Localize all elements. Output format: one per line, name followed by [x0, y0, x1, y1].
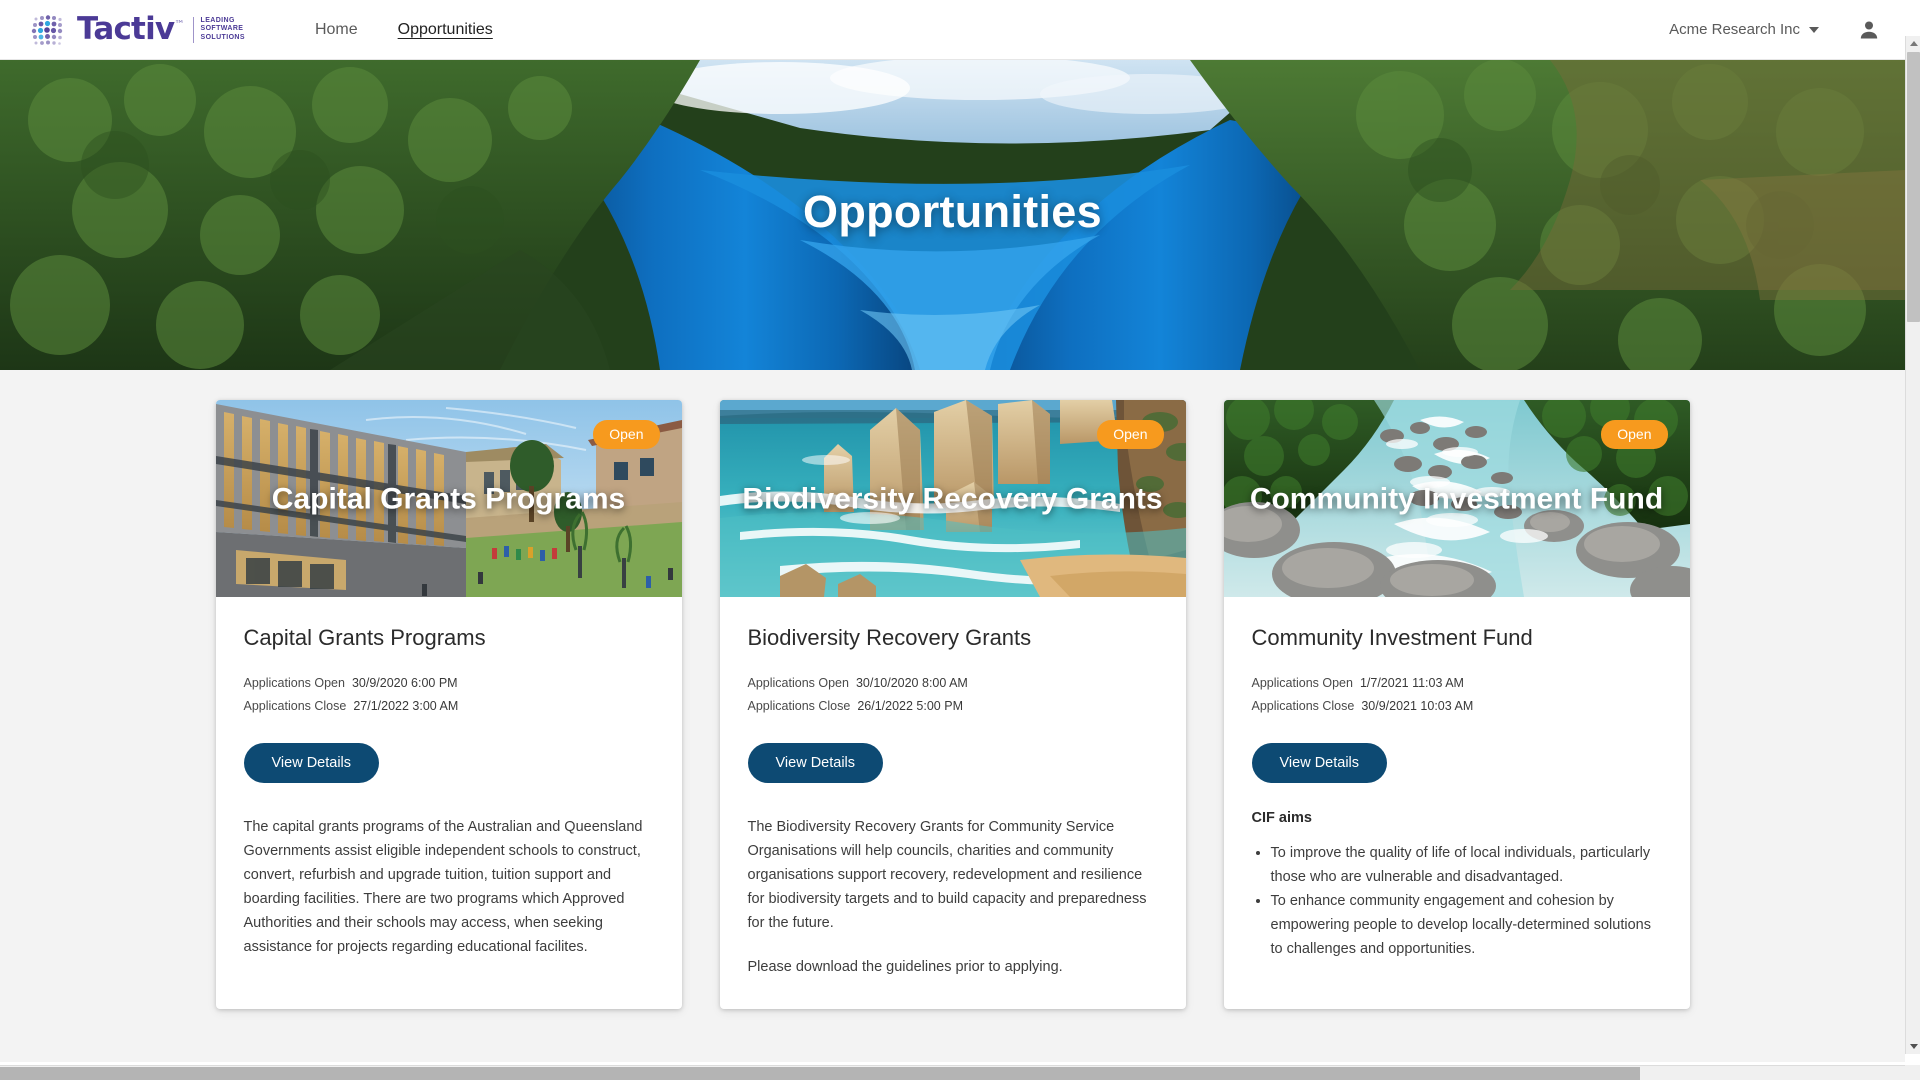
logo-divider — [192, 16, 194, 43]
card-media: Open Capital Grants Programs — [215, 400, 682, 597]
applications-close-label: Applications Close — [243, 699, 347, 714]
tactiv-logo[interactable]: Tactiv™ LEADING SOFTWARE SOLUTIONS — [30, 10, 245, 50]
nav-link-opportunities[interactable]: Opportunities — [398, 21, 493, 39]
applications-open-value: 30/10/2020 8:00 AM — [855, 676, 968, 691]
organisation-selector[interactable]: Acme Research Inc — [1669, 21, 1819, 38]
vertical-scrollbar-thumb[interactable] — [1907, 52, 1920, 322]
applications-open-label: Applications Open — [1251, 676, 1353, 691]
aims-heading: CIF aims — [1251, 810, 1312, 827]
card-body: Capital Grants Programs Applications Ope… — [216, 597, 682, 989]
view-details-button[interactable]: View Details — [1251, 743, 1388, 784]
applications-close-label: Applications Close — [1251, 699, 1355, 714]
card-title: Capital Grants Programs — [243, 625, 486, 650]
card-description-paragraph: The Biodiversity Recovery Grants for Com… — [747, 819, 1147, 932]
applications-open-row: Applications Open 30/9/2020 6:00 PM — [244, 676, 654, 690]
hero-banner: Opportunities — [0, 60, 1905, 370]
browser-viewport: Tactiv™ LEADING SOFTWARE SOLUTIONS Home … — [0, 0, 1920, 1080]
card-body: Community Investment Fund Applications O… — [1224, 597, 1690, 991]
card-banner-title: Biodiversity Recovery Grants — [742, 482, 1163, 515]
chevron-down-icon — [1809, 26, 1819, 33]
logo-dot-matrix-icon — [31, 14, 63, 45]
scrollbar-corner — [1905, 1065, 1920, 1080]
aims-list-item: To improve the quality of life of local … — [1271, 841, 1662, 889]
applications-open-value: 30/9/2020 6:00 PM — [351, 676, 458, 691]
card-description: The Biodiversity Recovery Grants for Com… — [748, 815, 1158, 979]
horizontal-scrollbar[interactable] — [0, 1065, 1905, 1080]
logo-tagline-line-3: SOLUTIONS — [200, 33, 245, 41]
status-badge-open: Open — [1097, 420, 1164, 449]
primary-nav: Home Opportunities — [315, 21, 493, 39]
nav-link-home[interactable]: Home — [315, 21, 358, 39]
opportunities-content: Open Capital Grants Programs Capital Gra… — [0, 370, 1905, 1062]
card-description-paragraph: The capital grants programs of the Austr… — [243, 819, 643, 956]
applications-open-row: Applications Open 1/7/2021 11:03 AM — [1252, 676, 1662, 690]
applications-close-row: Applications Close 27/1/2022 3:00 AM — [244, 699, 654, 713]
logo-tagline-line-2: SOFTWARE — [200, 25, 244, 33]
top-navigation-bar: Tactiv™ LEADING SOFTWARE SOLUTIONS Home … — [0, 0, 1905, 60]
applications-close-value: 27/1/2022 3:00 AM — [353, 699, 459, 714]
logo-wordmark: Tactiv™ — [77, 11, 184, 47]
organisation-name: Acme Research Inc — [1669, 21, 1800, 38]
card-title: Community Investment Fund — [1251, 625, 1533, 650]
card-title: Biodiversity Recovery Grants — [747, 625, 1032, 650]
opportunity-card[interactable]: Open Biodiversity Recovery Grants Biodiv… — [719, 400, 1186, 1010]
applications-open-value: 1/7/2021 11:03 AM — [1359, 676, 1464, 691]
applications-close-value: 30/9/2021 10:03 AM — [1361, 699, 1474, 714]
logo-tagline: LEADING SOFTWARE SOLUTIONS — [201, 17, 245, 43]
applications-open-label: Applications Open — [243, 676, 345, 691]
status-badge-open: Open — [1601, 420, 1668, 449]
card-banner-title: Community Investment Fund — [1249, 482, 1664, 515]
opportunity-card-list: Open Capital Grants Programs Capital Gra… — [0, 400, 1905, 1010]
aims-list: To improve the quality of life of local … — [1252, 841, 1662, 961]
status-badge-open: Open — [593, 420, 660, 449]
hero-title: Opportunities — [803, 186, 1102, 237]
card-body: Biodiversity Recovery Grants Application… — [720, 597, 1186, 1009]
applications-close-value: 26/1/2022 5:00 PM — [857, 699, 963, 714]
opportunity-card[interactable]: Open Community Investment Fund Community… — [1223, 400, 1690, 1010]
applications-close-label: Applications Close — [747, 699, 851, 714]
scroll-up-arrow-icon[interactable] — [1909, 41, 1918, 46]
card-description-paragraph: Please download the guidelines prior to … — [747, 959, 1063, 976]
view-details-button[interactable]: View Details — [747, 743, 884, 784]
top-bar-right-cluster: Acme Research Inc — [1669, 18, 1881, 42]
person-icon[interactable] — [1857, 18, 1881, 42]
scroll-down-arrow-icon[interactable] — [1909, 1044, 1918, 1049]
card-media: Open Biodiversity Recovery Grants — [719, 400, 1186, 597]
opportunity-card[interactable]: Open Capital Grants Programs Capital Gra… — [215, 400, 682, 1010]
card-banner-title: Capital Grants Programs — [271, 482, 626, 515]
horizontal-scrollbar-thumb[interactable] — [0, 1067, 1640, 1080]
vertical-scrollbar[interactable] — [1905, 36, 1920, 1054]
applications-close-row: Applications Close 26/1/2022 5:00 PM — [748, 699, 1158, 713]
logo-trademark: ™ — [174, 19, 184, 31]
aims-list-item: To enhance community engagement and cohe… — [1271, 889, 1662, 961]
applications-close-row: Applications Close 30/9/2021 10:03 AM — [1252, 699, 1662, 713]
card-media: Open Community Investment Fund — [1223, 400, 1690, 597]
logo-tagline-line-1: LEADING — [200, 16, 235, 24]
view-details-button[interactable]: View Details — [243, 743, 380, 784]
applications-open-row: Applications Open 30/10/2020 8:00 AM — [748, 676, 1158, 690]
card-description: The capital grants programs of the Austr… — [244, 815, 654, 959]
applications-open-label: Applications Open — [747, 676, 849, 691]
